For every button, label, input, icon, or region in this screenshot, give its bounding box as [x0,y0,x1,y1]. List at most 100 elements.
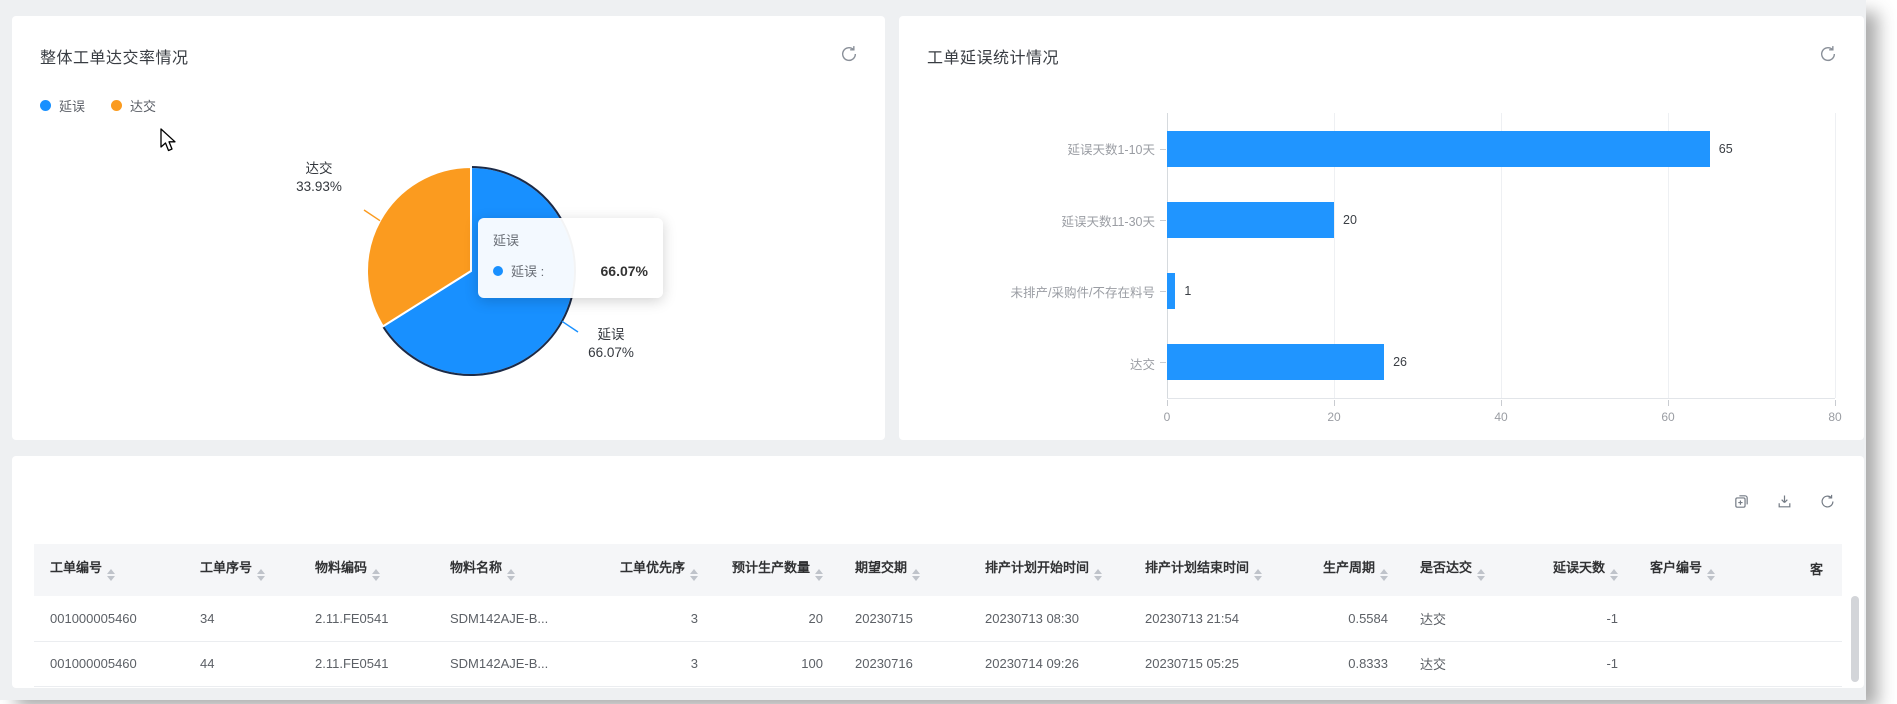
cell: 20230715 [839,596,969,641]
cell: 20230713 21:54 [1129,596,1289,641]
panel-work-order-table: 工单编号 工单序号 物料编码 物料名称 工单优先序 预计生产数量 期望交期 排产… [12,456,1864,688]
x-tick-label: 60 [1661,410,1674,424]
cell: 2.11.FE0541 [299,641,434,686]
panel-title-delivery-rate: 整体工单达交率情况 [40,44,189,68]
download-button[interactable] [1776,493,1793,510]
table-vertical-scrollbar[interactable] [1851,596,1859,682]
refresh-table-button[interactable] [1819,493,1836,510]
bar-fill[interactable] [1167,273,1175,309]
col-header-order-no[interactable]: 工单编号 [34,544,184,596]
cell: 44 [184,641,299,686]
bar-category: 延误天数11-30天 [899,185,1155,257]
cell: SDM142AJE-B... [434,596,604,641]
column-settings-button[interactable] [1733,493,1750,510]
sort-icon [372,569,380,581]
table-toolbar [34,486,1842,516]
sort-icon [690,569,698,581]
sort-icon [1094,569,1102,581]
bar-value: 20 [1343,213,1357,227]
cell [1634,641,1794,686]
pie-leader-line [364,210,380,221]
x-tick-label: 0 [1164,410,1171,424]
cell: 3 [604,641,714,686]
refresh-button[interactable] [1818,44,1838,64]
legend-dot-yanwu [40,100,51,111]
table-header-row: 工单编号 工单序号 物料编码 物料名称 工单优先序 预计生产数量 期望交期 排产… [34,544,1842,596]
pie-legend: 延误 达交 [40,96,156,115]
refresh-icon [839,44,859,64]
bar-value: 26 [1393,355,1407,369]
tooltip-value: 66.07% [601,263,648,279]
x-axis-ticks [1167,400,1835,408]
legend-label: 达交 [130,96,156,115]
bar-category: 达交 [899,328,1155,400]
panel-title-delay-stats: 工单延误统计情况 [927,44,1059,68]
bar-category: 未排产/采购件/不存在料号 [899,256,1155,328]
cell: 达交 [1404,641,1514,686]
cell: 达交 [1404,596,1514,641]
x-tick-label: 20 [1327,410,1340,424]
sort-icon [815,569,823,581]
cell [1794,596,1842,641]
bar-value: 1 [1184,284,1191,298]
x-tick-label: 80 [1828,410,1841,424]
sort-icon [1477,569,1485,581]
cell: SDM142AJE-B... [434,641,604,686]
sort-icon [507,569,515,581]
col-header-plan-start[interactable]: 排产计划开始时间 [969,544,1129,596]
col-header-cycle[interactable]: 生产周期 [1289,544,1404,596]
tooltip-series-dot [493,266,503,276]
bar-fill[interactable] [1167,202,1334,238]
legend-label: 延误 [59,96,85,115]
col-header-order-seq[interactable]: 工单序号 [184,544,299,596]
mouse-cursor [160,128,178,154]
cell [1634,596,1794,641]
cell: 20230715 05:25 [1129,641,1289,686]
col-header-plan-end[interactable]: 排产计划结束时间 [1129,544,1289,596]
sort-icon [257,569,265,581]
tooltip-title: 延误 [493,230,648,249]
bar-plot-area: 65 20 1 26 [1167,113,1835,399]
col-header-material-code[interactable]: 物料编码 [299,544,434,596]
cell: 0.8333 [1289,641,1404,686]
table-row: 001000005460 34 2.11.FE0541 SDM142AJE-B.… [34,596,1842,641]
grid-line [1835,113,1836,398]
col-header-planned-qty[interactable]: 预计生产数量 [714,544,839,596]
sort-icon [1707,569,1715,581]
pie-label-yanwu: 延误 66.07% [568,326,654,362]
col-header-material-name[interactable]: 物料名称 [434,544,604,596]
bar-category-labels: 延误天数1-10天 延误天数11-30天 未排产/采购件/不存在料号 达交 [899,113,1155,399]
sort-icon [1254,569,1262,581]
cell: 20230714 09:26 [969,641,1129,686]
col-header-customer-no[interactable]: 客户编号 [1634,544,1794,596]
work-order-table: 工单编号 工单序号 物料编码 物料名称 工单优先序 预计生产数量 期望交期 排产… [34,544,1842,687]
sort-icon [107,569,115,581]
cell: 2.11.FE0541 [299,596,434,641]
col-header-clipped[interactable]: 客 [1794,544,1842,596]
col-header-delay-days[interactable]: 延误天数 [1514,544,1634,596]
bar-category: 延误天数1-10天 [899,113,1155,185]
chart-tooltip: 延误 延误 : 66.07% [478,218,663,298]
cell: 34 [184,596,299,641]
x-tick-label: 40 [1494,410,1507,424]
cell: 20230713 08:30 [969,596,1129,641]
sort-icon [1610,569,1618,581]
tooltip-series-label: 延误 : [511,261,544,280]
refresh-icon [1818,44,1838,64]
pie-label-dajiao: 达交 33.93% [276,160,362,196]
bar-value: 65 [1719,142,1733,156]
panel-delivery-rate: 整体工单达交率情况 延误 达交 达交 33.93% [12,16,885,440]
col-header-priority[interactable]: 工单优先序 [604,544,714,596]
refresh-icon [1819,493,1836,510]
refresh-button[interactable] [839,44,859,64]
cell: 20230716 [839,641,969,686]
bar-fill[interactable] [1167,344,1384,380]
legend-item-dajiao[interactable]: 达交 [111,96,156,115]
col-header-delivered[interactable]: 是否达交 [1404,544,1514,596]
cell: 3 [604,596,714,641]
bar-fill[interactable] [1167,131,1710,167]
col-header-due-date[interactable]: 期望交期 [839,544,969,596]
legend-item-yanwu[interactable]: 延误 [40,96,85,115]
cell: 0.5584 [1289,596,1404,641]
sort-icon [1380,569,1388,581]
